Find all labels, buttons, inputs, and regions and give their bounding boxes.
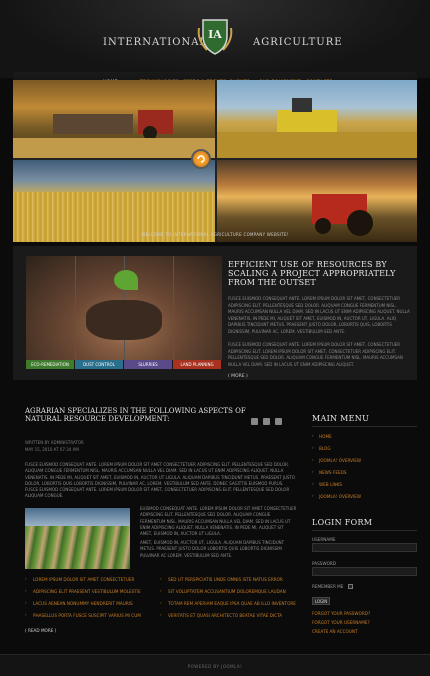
menu-item-home[interactable]: HOME (312, 433, 332, 439)
feature-photo-seedling-hands (26, 256, 222, 360)
brand-left-text: INTERNATIONAL (103, 37, 208, 48)
password-input[interactable] (312, 567, 417, 576)
feature-section: ECO-REMEDIATION DUST CONTROL SLURRIES LA… (13, 246, 417, 380)
username-label: USERNAME (312, 537, 336, 542)
slider-photo-tractor-trailer (13, 80, 215, 158)
link-item[interactable]: TOTAM REM APERIAM EAQUE IPSA QUAE AB ILL… (160, 600, 296, 613)
footer-text: POWERED BY JOOMLA! (187, 664, 243, 669)
tab-slurries[interactable]: SLURRIES (124, 360, 172, 369)
menu-item-web-links[interactable]: WEB LINKS (312, 481, 342, 487)
menu-item-overview-2[interactable]: JOOMLA! OVERVIEW (312, 493, 361, 499)
header: INTERNATIONAL IA AGRICULTURE (0, 0, 430, 78)
menu-item-news-feeds[interactable]: NEWS FEEDS (312, 469, 347, 475)
tab-eco-remediation[interactable]: ECO-REMEDIATION (26, 360, 74, 369)
article-author: WRITTEN BY ADMINISTRATOR (25, 440, 84, 445)
logo-shield-icon[interactable]: IA (195, 14, 235, 58)
forgot-username-link[interactable]: FORGOT YOUR USERNAME? (312, 620, 370, 625)
slider-toggle-button[interactable] (191, 149, 211, 169)
article-date: MAY 15, 2010 AT 07:34 AM (25, 447, 79, 452)
brand-right-text: AGRICULTURE (253, 37, 343, 48)
slider-caption: WELCOME TO INTERNATIONAL AGRICULTURE COM… (141, 232, 289, 237)
article-paragraph-2: EUISMOD CONSEQUAT ANTE. LOREM IPSUM DOLO… (140, 506, 297, 537)
feature-paragraph-1: FUSCE EUISMOD CONSEQUAT ANTE. LOREM IPSU… (228, 296, 410, 334)
article-title: AGRARIAN SPECIALIZES IN THE FOLLOWING AS… (25, 407, 246, 423)
menu-item-overview[interactable]: JOOMLA! OVERVIEW (312, 457, 361, 463)
feature-tabs: ECO-REMEDIATION DUST CONTROL SLURRIES LA… (26, 360, 222, 369)
feature-title: EFFICIENT USE OF RESOURCES BY SCALING A … (228, 260, 396, 287)
print-icon[interactable] (251, 418, 258, 425)
link-item[interactable]: SED UT PERSPICIATIS UNDE OMNIS ISTE NATU… (160, 576, 296, 589)
login-form-title: LOGIN FORM (312, 518, 373, 527)
link-item[interactable]: PHASELLUS PORTA FUSCE SUSCIPIT VARIUS MI… (25, 612, 141, 625)
divider (312, 530, 417, 531)
main-menu-title: MAIN MENU (312, 414, 370, 423)
feature-more-link[interactable]: ( MORE ) (228, 374, 248, 379)
email-icon[interactable] (263, 418, 270, 425)
divider (312, 426, 417, 427)
links-left-list: LOREM IPSUM DOLOR SIT AMET CONSECTETUER … (25, 576, 141, 625)
link-item[interactable]: LOREM IPSUM DOLOR SIT AMET CONSECTETUER (25, 576, 141, 589)
article-paragraph-1: FUSCE EUISMOD CONSEQUAT ANTE. LOREM IPSU… (25, 462, 296, 499)
login-button[interactable]: LOGIN (312, 597, 330, 605)
tab-dust-control[interactable]: DUST CONTROL (75, 360, 123, 369)
article-photo-vegetable-field (25, 508, 130, 569)
link-item[interactable]: LACUS AENEAN NONUMMY HENDRERIT MAURIS (25, 600, 141, 613)
footer: POWERED BY JOOMLA! (0, 654, 430, 676)
slider-photo-combine (217, 80, 417, 158)
link-item[interactable]: ADIPISCING ELIT PRAESENT VESTIBULUM MOLE… (25, 588, 141, 601)
refresh-icon (197, 155, 205, 163)
logo-text: IA (208, 28, 222, 41)
article-paragraph-3: AMET, EUISMOD IN, AUCTOR UT, LIGULA. ALI… (140, 540, 285, 558)
password-label: PASSWORD (312, 561, 337, 566)
link-item[interactable]: SIT VOLUPTATEM ACCUSANTIUM DOLOREMQUE LA… (160, 588, 296, 601)
links-right-list: SED UT PERSPICIATIS UNDE OMNIS ISTE NATU… (160, 576, 296, 625)
slider-photo-red-tractor (217, 160, 417, 242)
username-input[interactable] (312, 543, 417, 552)
pdf-icon[interactable] (275, 418, 282, 425)
remember-me-checkbox[interactable] (348, 584, 353, 589)
remember-me-label: REMEMBER ME (312, 584, 344, 589)
link-item[interactable]: VERITATIS ET QUASI ARCHITECTO BEATAE VIT… (160, 612, 296, 625)
feature-paragraph-2: FUSCE EUISMOD CONSEQUAT ANTE. LOREM IPSU… (228, 342, 403, 367)
create-account-link[interactable]: CREATE AN ACCOUNT (312, 629, 358, 634)
slider-photo-wheat-field (13, 160, 215, 242)
menu-item-blog[interactable]: BLOG (312, 445, 331, 451)
read-more-link[interactable]: ( READ MORE ) (25, 628, 56, 633)
image-slider[interactable]: WELCOME TO INTERNATIONAL AGRICULTURE COM… (13, 80, 417, 242)
forgot-password-link[interactable]: FORGOT YOUR PASSWORD? (312, 611, 370, 616)
tab-land-planning[interactable]: LAND PLANNING (173, 360, 221, 369)
